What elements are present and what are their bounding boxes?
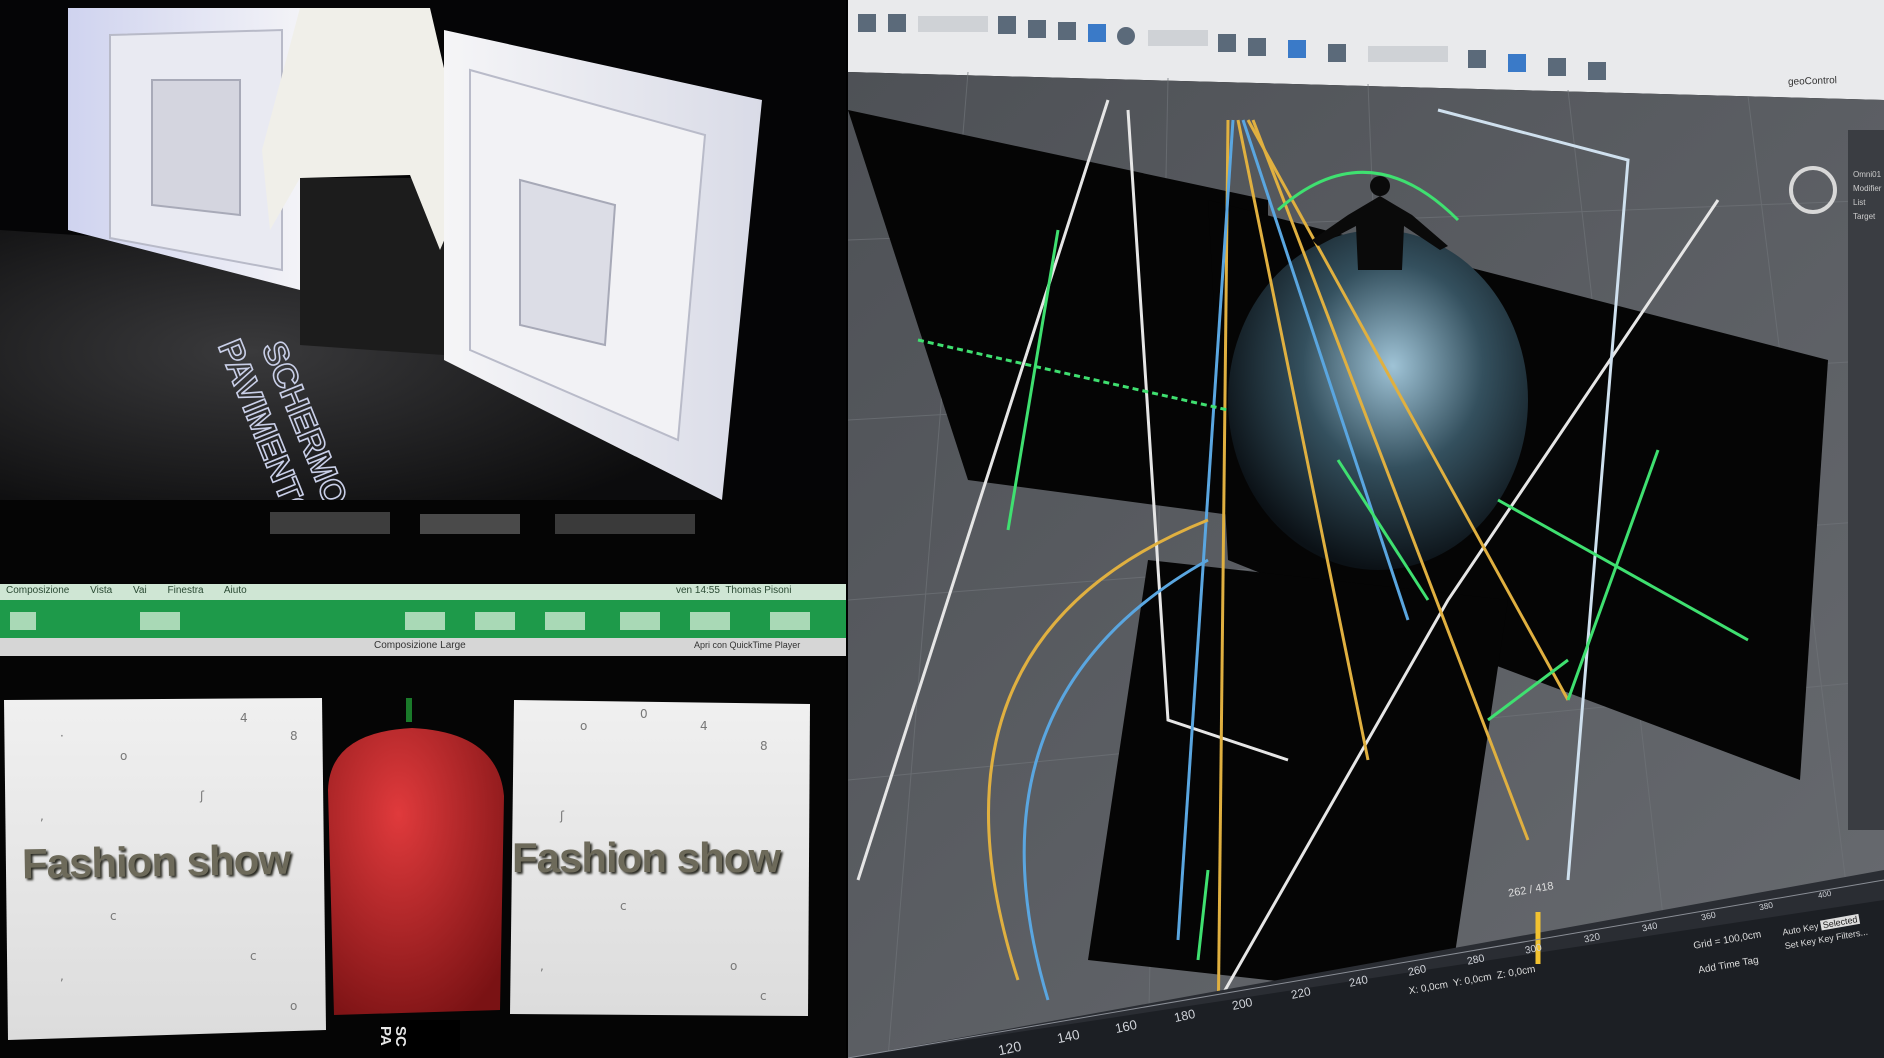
side-label-object: Omni01 <box>1853 170 1882 179</box>
named-selection-dropdown[interactable] <box>1148 30 1208 46</box>
side-label-modifier[interactable]: Modifier List <box>1853 182 1883 210</box>
svg-text:0: 0 <box>640 707 648 721</box>
svg-text:c: c <box>110 909 117 923</box>
thumbnail-strip <box>270 512 695 534</box>
render-setup-field[interactable] <box>1368 46 1448 62</box>
curve-editor-icon[interactable] <box>1328 44 1346 62</box>
side-labels: Omni01 Modifier List Target <box>1853 168 1883 224</box>
selection-filter-dropdown[interactable] <box>918 16 988 32</box>
render-icon[interactable] <box>1508 54 1526 72</box>
window-status[interactable]: Apri con QuickTime Player <box>694 640 800 650</box>
menu-user[interactable]: Thomas Pisoni <box>725 585 791 596</box>
quick-render-icon[interactable] <box>1588 62 1606 80</box>
bottom-floor-label-line2: PA <box>377 1026 394 1046</box>
menu-status: ven 14:55 Thomas Pisoni <box>676 585 791 596</box>
rotate-icon[interactable] <box>1028 20 1046 38</box>
side-label-target: Target <box>1853 212 1876 221</box>
svg-text:c: c <box>760 989 767 1003</box>
svg-text:8: 8 <box>760 739 768 753</box>
menu-item-composizione[interactable]: Composizione <box>6 585 69 596</box>
svg-text:4: 4 <box>700 719 708 733</box>
command-panel <box>1848 130 1884 830</box>
bottom-floor-label: SC PA <box>377 1026 409 1047</box>
svg-text:·: · <box>60 729 64 743</box>
mirror-icon[interactable] <box>1218 34 1236 52</box>
menu-item-vai[interactable]: Vai <box>133 585 147 596</box>
svg-text:,: , <box>540 959 544 973</box>
menu-clock: ven 14:55 <box>676 585 720 596</box>
red-candle <box>328 728 504 1015</box>
svg-text:8: 8 <box>290 729 298 743</box>
fashion-show-left: Fashion show <box>21 835 291 888</box>
layer-icon[interactable] <box>1288 40 1306 58</box>
mac-menu-items: Composizione Vista Vai Finestra Aiuto <box>6 585 265 596</box>
svg-text:4: 4 <box>240 711 248 725</box>
bottom-floor-label-line1: SC <box>392 1026 409 1047</box>
menu-item-finestra[interactable]: Finestra <box>168 585 204 596</box>
window-title: Composizione Large <box>374 640 466 651</box>
svg-text:o: o <box>120 749 127 763</box>
svg-text:,: , <box>40 809 44 823</box>
projection-scene: SCHERMO PAVIMENTO <box>0 0 846 500</box>
top-right-tabs[interactable]: geoControl <box>1788 75 1837 88</box>
fashion-show-right: Fashion show <box>512 834 781 881</box>
select-region-icon[interactable] <box>888 14 906 32</box>
select-icon[interactable] <box>858 14 876 32</box>
menu-item-aiuto[interactable]: Aiuto <box>224 585 247 596</box>
svg-text:o: o <box>580 719 587 733</box>
sphere-object[interactable] <box>1228 230 1528 570</box>
render-frame-icon[interactable] <box>1548 58 1566 76</box>
scale-icon[interactable] <box>1058 22 1076 40</box>
angle-snap-icon[interactable] <box>1117 27 1135 45</box>
align-icon[interactable] <box>1248 38 1266 56</box>
viewport-scene <box>848 0 1884 1058</box>
menu-item-vista[interactable]: Vista <box>90 585 112 596</box>
svg-text:o: o <box>730 959 737 973</box>
svg-text:c: c <box>620 899 627 913</box>
material-editor-icon[interactable] <box>1468 50 1486 68</box>
svg-text:c: c <box>250 949 257 963</box>
svg-text:o: o <box>290 999 297 1013</box>
svg-text:,: , <box>60 969 64 983</box>
mac-scene: ·o48 ,ʃcc o,o0 48ʃc oc, <box>0 500 846 1058</box>
3dsmax-screen-photo: geoControl Omni01 Modifier List Target 2… <box>848 0 1884 1058</box>
projection-photo: SCHERMO PAVIMENTO <box>0 0 846 500</box>
move-icon[interactable] <box>998 16 1016 34</box>
mac-screen-photo: · o 4 8 ,ʃcc o,o0 48ʃc oc, Composizione Vis… <box>0 500 846 1058</box>
snap-toggle-icon[interactable] <box>1088 24 1106 42</box>
